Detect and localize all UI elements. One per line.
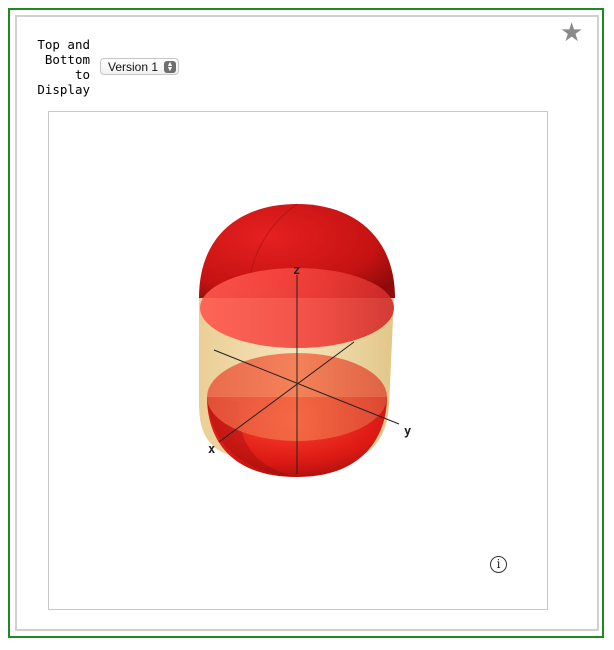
version-select-value: Version 1	[108, 59, 159, 74]
capsule-plot: z y x	[199, 203, 411, 477]
version-select[interactable]: Version 1 ▲ ▼	[100, 58, 179, 75]
info-icon[interactable]: i	[490, 556, 507, 573]
plot-viewport[interactable]: z y x	[48, 111, 548, 610]
y-axis-label: y	[404, 424, 411, 438]
select-arrows-icon: ▲ ▼	[164, 60, 176, 73]
star-icon[interactable]: ★	[560, 20, 583, 46]
z-axis-label: z	[293, 263, 300, 277]
x-axis-label: x	[208, 442, 215, 456]
control-label: Top and Bottom to Display	[37, 37, 90, 97]
